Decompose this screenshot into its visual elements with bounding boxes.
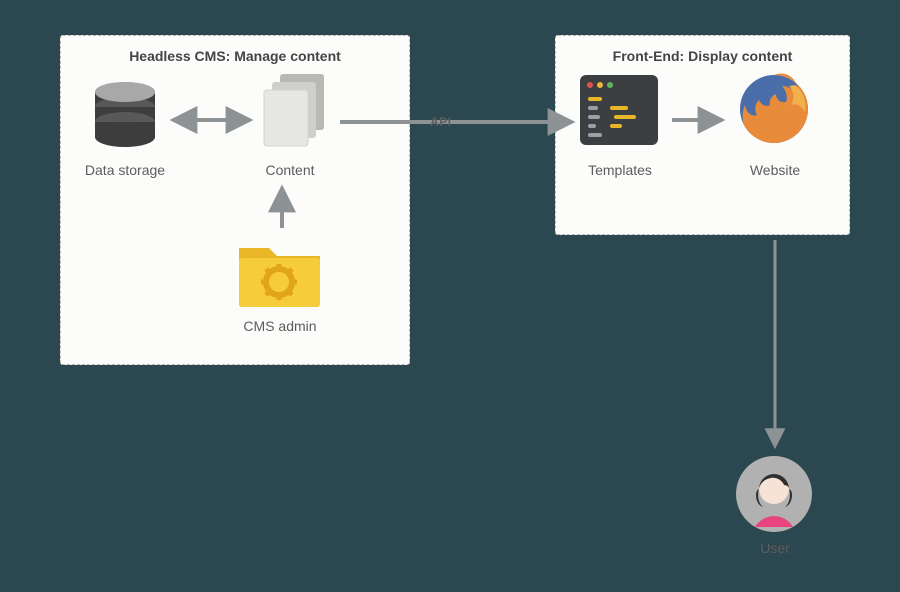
website-label: Website [715, 162, 835, 178]
api-edge-label: API [430, 115, 452, 129]
data-storage-label: Data storage [65, 162, 185, 178]
browser-icon [735, 70, 813, 153]
panel-headless-cms-title: Headless CMS: Manage content [61, 48, 409, 64]
content-label: Content [230, 162, 350, 178]
documents-icon [260, 72, 330, 157]
folder-gear-icon [237, 238, 322, 313]
user-avatar-icon [735, 455, 813, 538]
cms-admin-label: CMS admin [220, 318, 340, 334]
code-editor-icon [580, 75, 658, 150]
panel-front-end-title: Front-End: Display content [556, 48, 849, 64]
database-icon [90, 80, 160, 155]
templates-label: Templates [560, 162, 680, 178]
user-label: User [715, 540, 835, 556]
